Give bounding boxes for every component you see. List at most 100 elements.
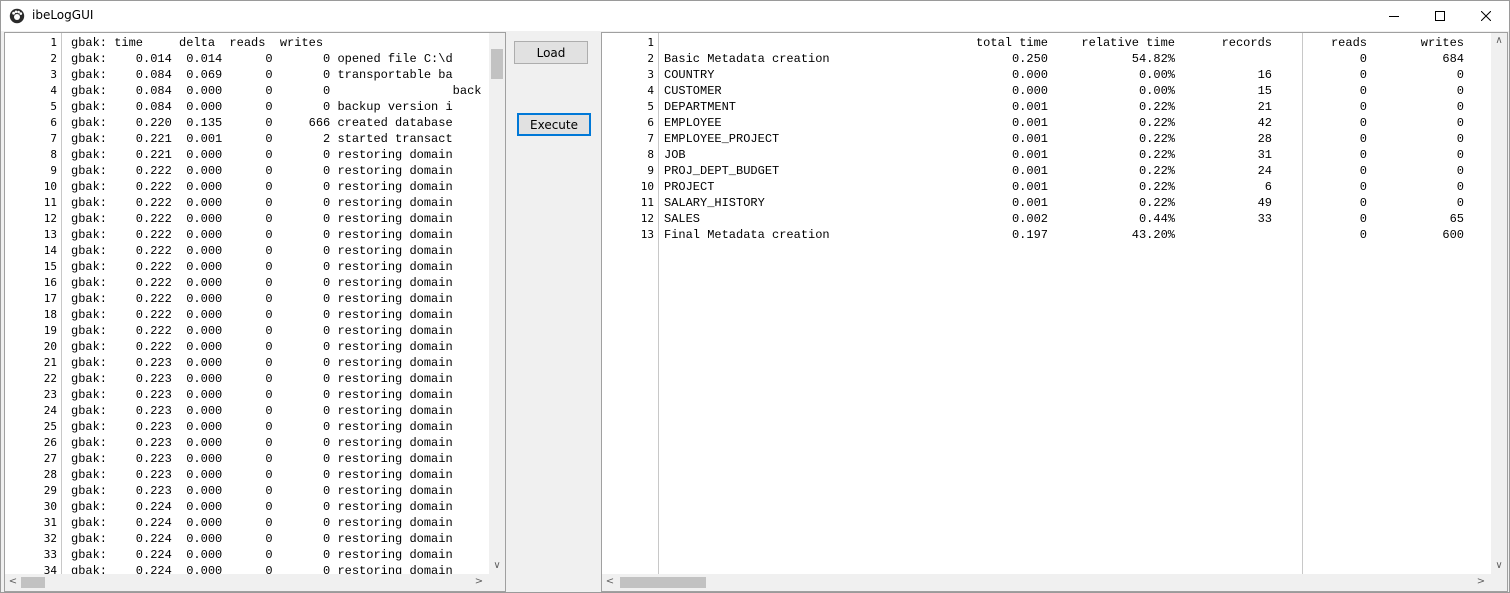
line-number: 7 <box>647 132 654 145</box>
result-cell-records: 42 <box>1257 116 1272 130</box>
line-number: 31 <box>43 516 57 529</box>
line-number: 11 <box>43 196 57 209</box>
results-editor[interactable]: 1 2 3 4 5 6 7 8 9 10 11 12 13 total time relative tim… <box>601 32 1508 592</box>
result-cell-name: CUSTOMER <box>664 84 722 98</box>
line-number: 20 <box>43 340 57 353</box>
result-cell-name: Final Metadata creation <box>664 228 830 242</box>
result-cell-total: 0.001 <box>1011 116 1048 130</box>
result-cell-name: PROJ_DEPT_BUDGET <box>664 164 780 178</box>
vertical-scrollbar[interactable]: ∨ <box>489 33 505 574</box>
log-line: gbak: 0.222 0.000 0 0 restoring domain <box>71 292 453 306</box>
load-button[interactable]: Load <box>514 41 588 64</box>
result-cell-records: 49 <box>1257 196 1272 210</box>
result-cell-writes: 684 <box>1442 52 1464 66</box>
result-cell-total: 0.002 <box>1011 212 1048 226</box>
result-cell-rel: 0.22% <box>1138 100 1175 114</box>
maximize-button[interactable] <box>1417 1 1463 31</box>
scroll-thumb[interactable] <box>21 577 45 588</box>
line-number: 29 <box>43 484 57 497</box>
log-line: gbak: 0.223 0.000 0 0 restoring domain <box>71 468 453 482</box>
result-cell-name: JOB <box>664 148 686 162</box>
result-cell-writes: writes <box>1420 36 1464 50</box>
result-cell-name: SALARY_HISTORY <box>664 196 765 210</box>
result-cell-records: 16 <box>1257 68 1272 82</box>
result-cell-total: 0.001 <box>1011 148 1048 162</box>
log-line: gbak: 0.222 0.000 0 0 restoring domain <box>71 308 453 322</box>
vertical-scrollbar[interactable]: ∧ ∨ <box>1491 33 1507 574</box>
line-number: 5 <box>647 100 654 113</box>
result-cell-reads: 0 <box>1359 228 1367 242</box>
horizontal-scrollbar[interactable]: < > <box>5 574 505 591</box>
result-cell-name: EMPLOYEE <box>664 116 722 130</box>
close-button[interactable] <box>1463 1 1509 31</box>
results-text-area[interactable]: total time relative time records reads write… <box>662 33 1491 574</box>
horizontal-scrollbar[interactable]: < > <box>602 574 1507 591</box>
scroll-thumb[interactable] <box>620 577 706 588</box>
log-editor[interactable]: 1 2 3 4 5 6 7 8 9 10 11 12 13 14 15 16 17 18 19 20 21 22 23 24 2… <box>4 32 506 592</box>
result-cell-total: 0.000 <box>1011 84 1048 98</box>
line-number: 6 <box>647 116 654 129</box>
result-cell-total: 0.250 <box>1011 52 1048 66</box>
line-number: 9 <box>50 164 57 177</box>
log-line: gbak: 0.223 0.000 0 0 restoring domain <box>71 356 453 370</box>
result-cell-writes: 65 <box>1449 212 1464 226</box>
result-cell-records <box>1172 51 1272 67</box>
result-cell-reads: reads <box>1330 36 1367 50</box>
result-cell-reads: 0 <box>1359 100 1367 114</box>
scroll-down-icon[interactable]: ∨ <box>489 558 505 574</box>
result-cell-rel: 0.00% <box>1138 68 1175 82</box>
line-number: 23 <box>43 388 57 401</box>
result-cell-reads: 0 <box>1359 196 1367 210</box>
scroll-thumb[interactable] <box>491 49 503 79</box>
result-cell-total: 0.000 <box>1011 68 1048 82</box>
line-number: 13 <box>640 228 654 241</box>
result-cell-records: 21 <box>1257 100 1272 114</box>
result-cell-total: 0.001 <box>1011 132 1048 146</box>
line-number: 32 <box>43 532 57 545</box>
line-number: 3 <box>647 68 654 81</box>
title-bar[interactable]: ibeLogGUI <box>1 1 1509 31</box>
log-line: gbak: 0.222 0.000 0 0 restoring domain <box>71 196 453 210</box>
scroll-left-icon[interactable]: < <box>5 574 21 590</box>
log-text-area[interactable]: gbak: time delta reads writes gbak: 0.014… <box>71 33 489 574</box>
line-number: 25 <box>43 420 57 433</box>
result-cell-writes: 0 <box>1456 100 1464 114</box>
line-number: 17 <box>43 292 57 305</box>
minimize-button[interactable] <box>1371 1 1417 31</box>
result-cell-records: 28 <box>1257 132 1272 146</box>
log-line: gbak: 0.224 0.000 0 0 restoring domain <box>71 516 453 530</box>
line-number: 10 <box>43 180 57 193</box>
result-cell-records: 31 <box>1257 148 1272 162</box>
scroll-up-icon[interactable]: ∧ <box>1491 33 1507 49</box>
result-cell-writes: 0 <box>1456 84 1464 98</box>
result-cell-name: Basic Metadata creation <box>664 52 830 66</box>
scroll-right-icon[interactable]: > <box>1473 574 1489 590</box>
log-line: gbak: 0.222 0.000 0 0 restoring domain <box>71 228 453 242</box>
result-cell-writes: 600 <box>1442 228 1464 242</box>
result-cell-rel: 0.00% <box>1138 84 1175 98</box>
log-line: gbak: 0.222 0.000 0 0 restoring domain <box>71 324 453 338</box>
log-line: gbak: 0.222 0.000 0 0 restoring domain <box>71 244 453 258</box>
line-number: 2 <box>647 52 654 65</box>
scroll-down-icon[interactable]: ∨ <box>1491 558 1507 574</box>
log-line: gbak: 0.223 0.000 0 0 restoring domain <box>71 404 453 418</box>
log-line: gbak: 0.223 0.000 0 0 restoring domain <box>71 388 453 402</box>
result-cell-reads: 0 <box>1359 68 1367 82</box>
line-number: 26 <box>43 436 57 449</box>
log-line: gbak: 0.224 0.000 0 0 restoring domain <box>71 548 453 562</box>
log-line: gbak: 0.223 0.000 0 0 restoring domain <box>71 436 453 450</box>
result-cell-records: 6 <box>1264 180 1272 194</box>
line-number: 21 <box>43 356 57 369</box>
line-number: 3 <box>50 68 57 81</box>
execute-button[interactable]: Execute <box>517 113 591 136</box>
line-number: 28 <box>43 468 57 481</box>
log-line: gbak: 0.223 0.000 0 0 restoring domain <box>71 484 453 498</box>
result-cell-rel: 0.22% <box>1138 164 1175 178</box>
result-cell-rel: 0.22% <box>1138 180 1175 194</box>
line-number: 4 <box>647 84 654 97</box>
result-cell-rel: 0.22% <box>1138 116 1175 130</box>
scroll-right-icon[interactable]: > <box>471 574 487 590</box>
scroll-left-icon[interactable]: < <box>602 574 618 590</box>
result-cell-total: total time <box>975 36 1048 50</box>
line-number: 13 <box>43 228 57 241</box>
